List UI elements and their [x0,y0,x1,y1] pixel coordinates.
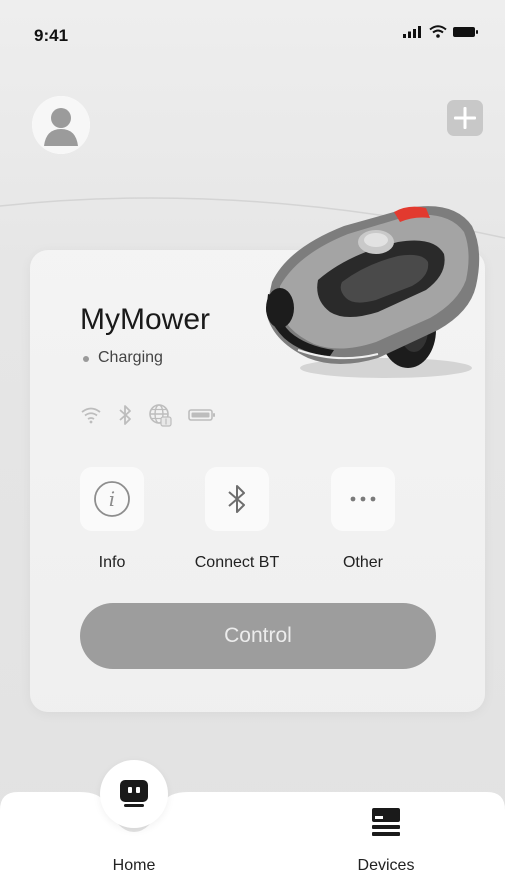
other-label: Other [342,554,383,571]
tab-devices-label: Devices [357,857,415,874]
info-icon: i [94,481,130,517]
tab-home-label: Home [112,857,156,874]
devices-icon [372,808,400,836]
info-label: Info [98,554,126,571]
wifi-icon [81,407,101,424]
battery-icon [188,409,215,421]
bluetooth-icon [228,485,245,513]
tab-home[interactable] [100,760,168,828]
connect-bt-label: Connect BT [194,554,280,571]
mower-image [266,206,480,378]
user-avatar-icon [32,96,90,154]
connectivity-icons [80,403,216,427]
other-button[interactable] [331,467,395,531]
svg-text:i: i [109,487,115,511]
cellular-signal-icon [403,25,421,38]
avatar[interactable] [32,96,90,154]
battery-status-icon [453,26,478,37]
robot-icon [120,780,148,807]
info-button[interactable]: i [80,467,144,531]
wifi-status-icon [429,25,447,38]
status-icons [403,25,479,38]
status-indicator-dot [83,356,89,362]
more-icon [350,496,376,502]
device-name: MyMower [80,303,211,336]
control-button[interactable]: Control [80,603,436,669]
status-time: 9:41 [34,26,69,45]
device-status: Charging [98,349,163,366]
globe-icon [149,404,172,427]
tab-devices[interactable] [354,806,418,890]
add-device-button[interactable] [447,100,483,136]
status-bar: 9:41 [0,0,505,60]
bluetooth-icon [119,405,131,425]
bottom-tab-bar [0,792,505,896]
plus-icon [454,107,476,129]
connect-bt-button[interactable] [205,467,269,531]
